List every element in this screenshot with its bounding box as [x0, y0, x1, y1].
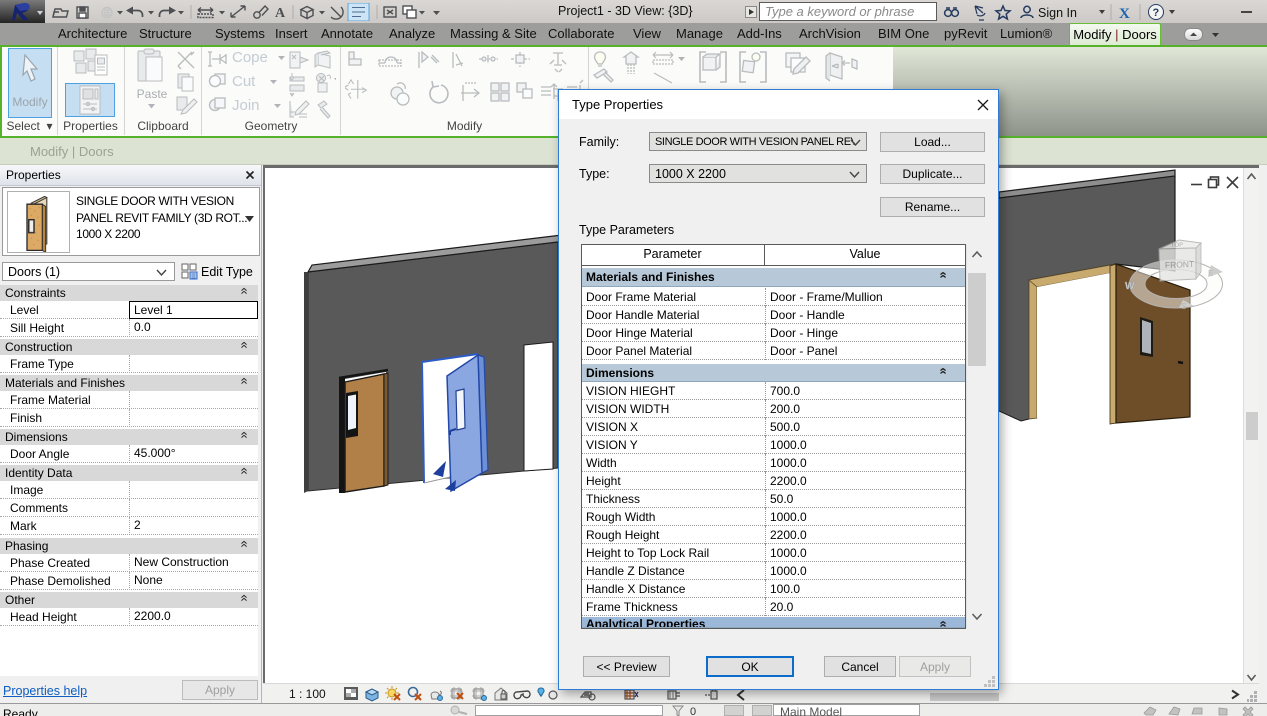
svg-text:S: S	[1181, 302, 1186, 311]
svg-text:?: ?	[1153, 7, 1160, 19]
svg-text:0: 0	[690, 706, 696, 716]
svg-text:TOP: TOP	[1171, 242, 1184, 249]
svg-text:A: A	[275, 6, 286, 21]
svg-text:E: E	[1208, 269, 1213, 278]
svg-text:X: X	[1119, 6, 1130, 21]
svg-text:W: W	[1125, 281, 1135, 292]
svg-text:Cope: Cope	[232, 49, 268, 66]
svg-text:Sign In: Sign In	[1038, 6, 1077, 20]
svg-text:Join: Join	[232, 97, 260, 114]
svg-text:Cut: Cut	[232, 73, 256, 90]
svg-text:FRONT: FRONT	[1165, 259, 1195, 270]
